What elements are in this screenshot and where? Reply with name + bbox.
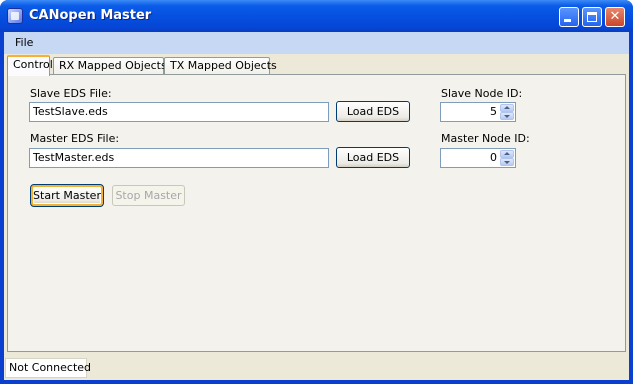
tab-strip: Control RX Mapped Objects TX Mapped Obje…	[7, 55, 627, 76]
tab-tx-mapped-objects[interactable]: TX Mapped Objects	[164, 57, 277, 75]
slave-node-id-label: Slave Node ID:	[441, 87, 523, 100]
load-slave-eds-button[interactable]: Load EDS	[336, 101, 410, 122]
master-node-id-stepper[interactable]: 0	[440, 148, 516, 168]
stop-master-button[interactable]: Stop Master	[112, 185, 185, 206]
app-icon[interactable]	[7, 8, 23, 24]
master-node-id-value: 0	[490, 151, 497, 164]
title-bar[interactable]: CANopen Master ✕	[0, 0, 633, 32]
spin-up-icon[interactable]	[500, 150, 514, 158]
slave-node-id-stepper[interactable]: 5	[440, 102, 516, 122]
spin-up-icon[interactable]	[500, 104, 514, 112]
tab-control[interactable]: Control	[7, 55, 53, 76]
slave-eds-field[interactable]: TestSlave.eds	[29, 102, 329, 122]
master-eds-field[interactable]: TestMaster.eds	[29, 148, 329, 168]
spin-down-icon[interactable]	[500, 112, 514, 120]
master-node-id-label: Master Node ID:	[441, 132, 530, 145]
slave-node-id-value: 5	[490, 105, 497, 118]
app-window: CANopen Master ✕ File Control RX Mapped …	[0, 0, 633, 384]
spin-down-icon[interactable]	[500, 158, 514, 166]
load-master-eds-button[interactable]: Load EDS	[336, 147, 410, 168]
control-panel: Slave EDS File: TestSlave.eds Load EDS M…	[7, 74, 626, 352]
close-icon: ✕	[609, 9, 621, 24]
slave-eds-label: Slave EDS File:	[30, 87, 112, 100]
status-bar: Not Connected	[4, 356, 629, 380]
start-master-button[interactable]: Start Master	[30, 184, 104, 207]
master-eds-label: Master EDS File:	[30, 132, 120, 145]
window-title: CANopen Master	[29, 8, 152, 23]
tab-rx-mapped-objects[interactable]: RX Mapped Objects	[53, 57, 167, 75]
minimize-icon	[564, 19, 571, 22]
close-button[interactable]: ✕	[605, 7, 625, 27]
connection-status: Not Connected	[5, 358, 91, 378]
menu-bar: File	[4, 32, 629, 54]
maximize-button[interactable]	[582, 7, 602, 27]
minimize-button[interactable]	[559, 7, 579, 27]
maximize-icon	[587, 12, 597, 22]
menu-file[interactable]: File	[15, 36, 33, 49]
client-area: File Control RX Mapped Objects TX Mapped…	[4, 32, 629, 380]
